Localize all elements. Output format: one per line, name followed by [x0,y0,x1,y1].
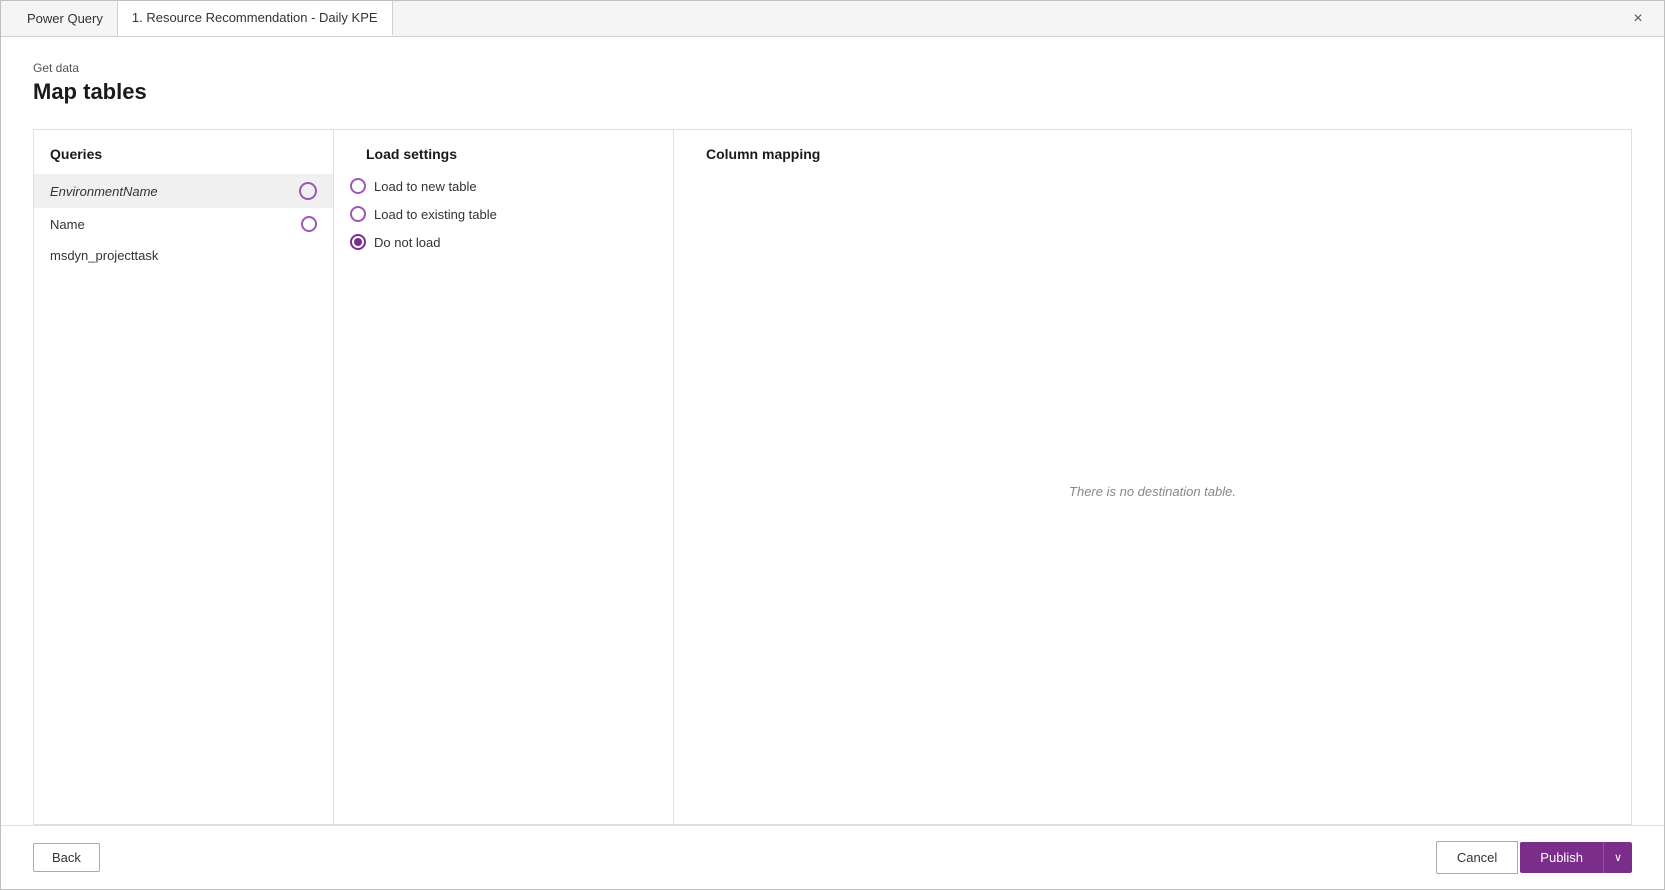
query-status-icon-environment [299,182,317,200]
main-content: Get data Map tables Queries EnvironmentN… [1,37,1664,825]
publish-dropdown-button[interactable]: ∨ [1603,842,1632,873]
radio-do-not-load[interactable]: Do not load [350,234,657,250]
radio-label-load-existing: Load to existing table [374,207,497,222]
radio-input-load-existing [350,206,366,222]
radio-load-new-table[interactable]: Load to new table [350,178,657,194]
close-button[interactable]: × [1624,5,1652,33]
radio-load-existing-table[interactable]: Load to existing table [350,206,657,222]
no-destination-message: There is no destination table. [690,174,1615,808]
load-settings-header: Load settings [350,146,657,174]
radio-label-do-not-load: Do not load [374,235,441,250]
get-data-label: Get data [33,61,1632,75]
load-settings-column: Load settings Load to new table Load to … [334,130,674,824]
column-mapping-column: Column mapping There is no destination t… [674,130,1631,824]
footer-right: Cancel Publish ∨ [1436,841,1632,874]
query-item-environment[interactable]: EnvironmentName [34,174,333,208]
radio-label-load-new: Load to new table [374,179,477,194]
load-settings-radio-group: Load to new table Load to existing table… [350,178,657,250]
back-button[interactable]: Back [33,843,100,872]
query-item-label: EnvironmentName [50,184,291,199]
query-item-name[interactable]: Name [34,208,333,240]
title-tabs: Power Query 1. Resource Recommendation -… [13,1,393,36]
publish-button[interactable]: Publish [1520,842,1603,873]
query-item-label: Name [50,217,293,232]
column-mapping-header: Column mapping [690,146,1615,174]
columns-container: Queries EnvironmentName Name msdyn_proje… [33,129,1632,825]
query-item-msdyn[interactable]: msdyn_projecttask [34,240,333,271]
title-bar: Power Query 1. Resource Recommendation -… [1,1,1664,37]
page-title: Map tables [33,79,1632,105]
queries-column: Queries EnvironmentName Name msdyn_proje… [34,130,334,824]
radio-input-do-not-load [350,234,366,250]
tab-resource-recommendation[interactable]: 1. Resource Recommendation - Daily KPE [118,1,393,36]
footer: Back Cancel Publish ∨ [1,825,1664,889]
queries-header: Queries [34,146,333,174]
radio-input-load-new [350,178,366,194]
main-window: Power Query 1. Resource Recommendation -… [0,0,1665,890]
query-item-label: msdyn_projecttask [50,248,317,263]
query-status-icon-name [301,216,317,232]
tab-power-query[interactable]: Power Query [13,1,118,36]
publish-group: Publish ∨ [1520,842,1632,873]
cancel-button[interactable]: Cancel [1436,841,1518,874]
